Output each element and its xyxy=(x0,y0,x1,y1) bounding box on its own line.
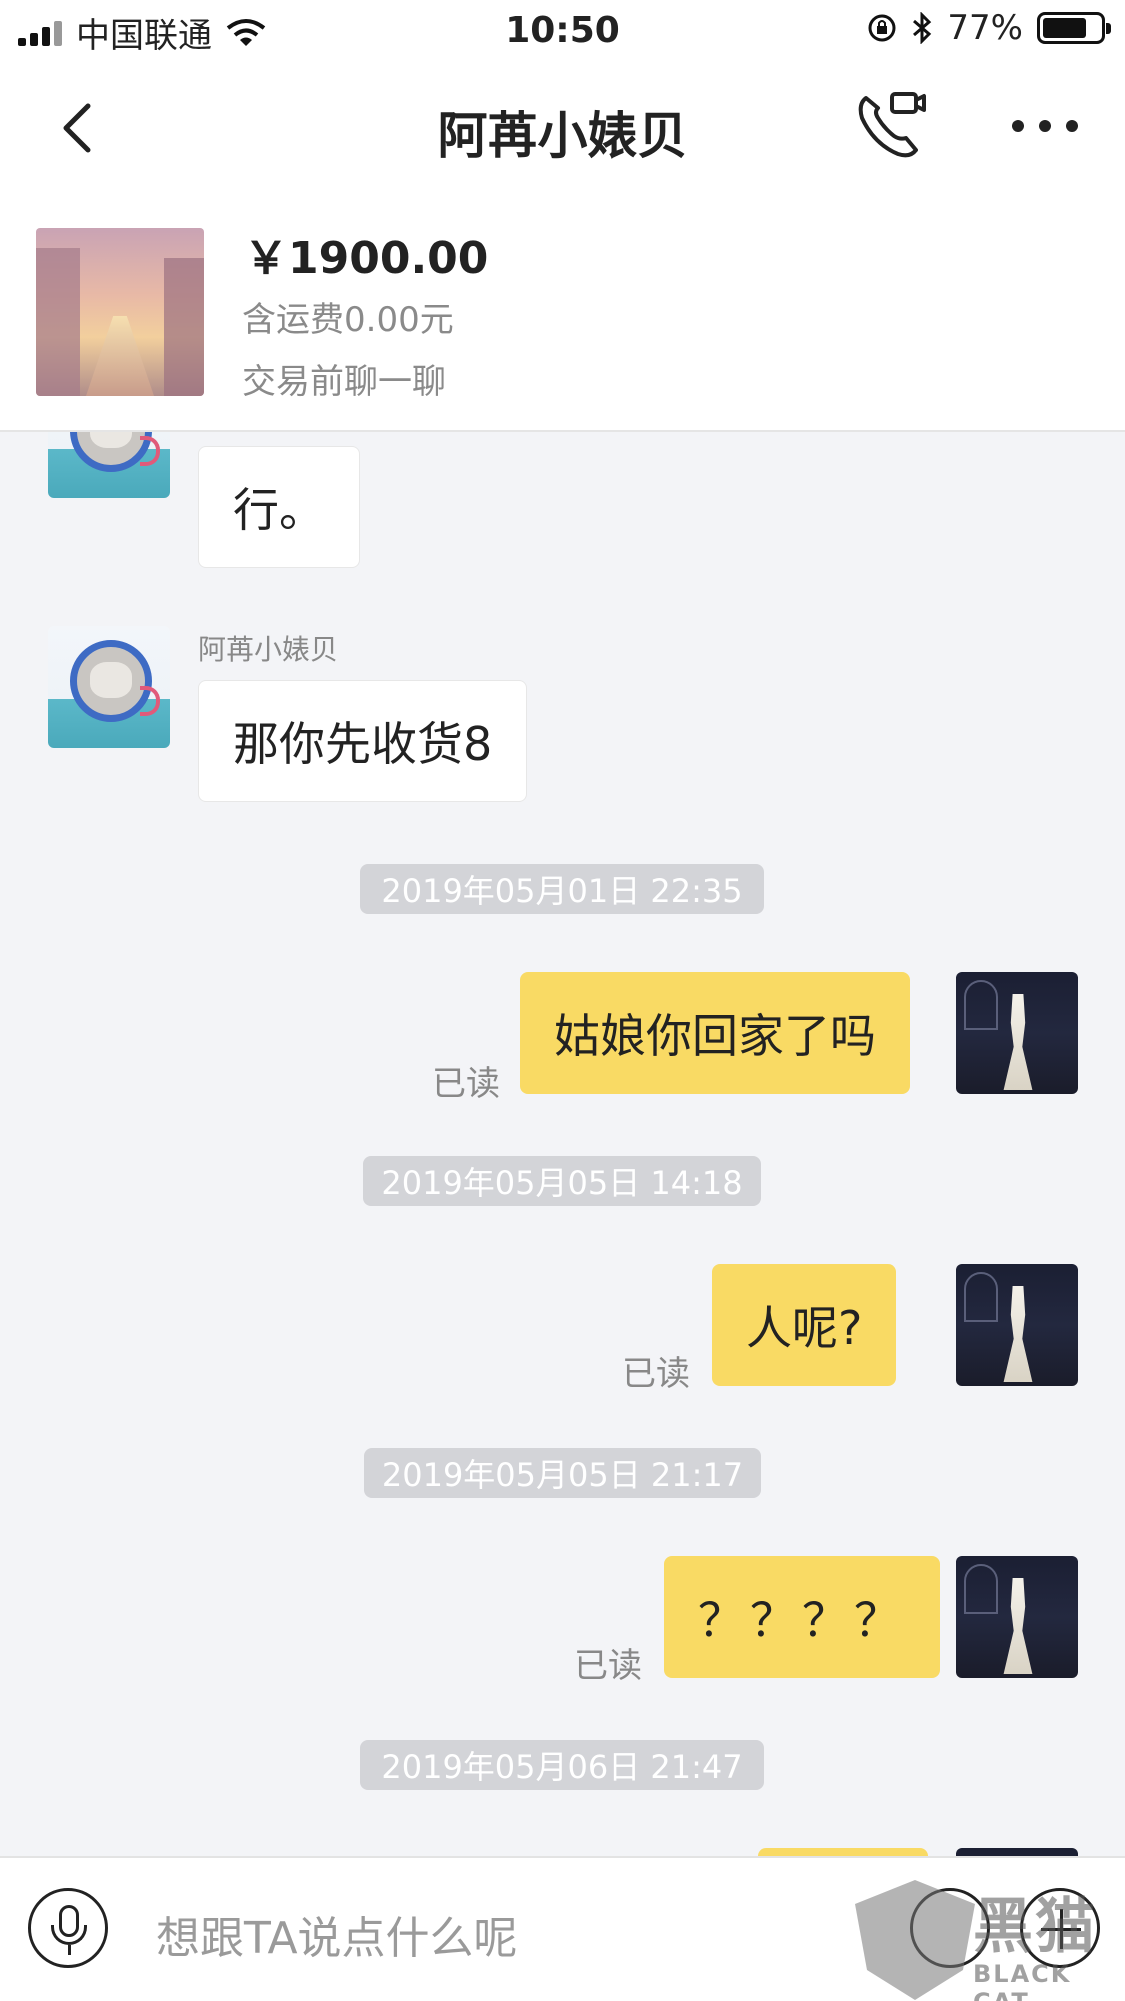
message-bubble-outgoing[interactable]: 姑娘你回家了吗 xyxy=(520,972,910,1094)
my-avatar[interactable] xyxy=(956,1264,1078,1386)
status-bar: 中国联通 10:50 77% xyxy=(0,0,1125,62)
watermark-cn: 黑猫 xyxy=(973,1892,1097,1962)
read-status: 已读 xyxy=(574,1646,642,1686)
navigation-bar: 阿苒小婊贝 xyxy=(0,62,1125,192)
read-status: 已读 xyxy=(622,1354,690,1394)
trade-status: 交易前聊一聊 xyxy=(242,362,446,402)
timestamp-pill: 2019年05月05日 21:17 xyxy=(364,1448,761,1498)
my-avatar[interactable] xyxy=(956,1556,1078,1678)
page-title: 阿苒小婊贝 xyxy=(437,107,688,165)
blackcat-watermark: 黑猫 BLACK CAT xyxy=(855,1870,1125,2001)
chat-history[interactable]: 行。 阿苒小婊贝 那你先收货8 2019年05月01日 22:35 已读 姑娘你… xyxy=(0,432,1125,1856)
seller-avatar[interactable] xyxy=(48,432,170,498)
timestamp-pill: 2019年05月01日 22:35 xyxy=(360,864,764,914)
my-avatar[interactable] xyxy=(956,1848,1078,1856)
more-icon[interactable] xyxy=(1012,114,1078,138)
product-shipping: 含运费0.00元 xyxy=(242,300,454,340)
message-bubble-outgoing-partial[interactable] xyxy=(758,1848,928,1856)
orientation-lock-icon xyxy=(868,14,896,42)
timestamp-pill: 2019年05月05日 14:18 xyxy=(363,1156,761,1206)
product-image[interactable] xyxy=(36,228,204,396)
seller-avatar[interactable] xyxy=(48,626,170,748)
status-right: 77% xyxy=(867,8,1111,48)
bluetooth-icon xyxy=(913,12,932,44)
sender-name: 阿苒小婊贝 xyxy=(198,633,339,666)
battery-level xyxy=(1043,18,1087,38)
message-bubble-incoming[interactable]: 那你先收货8 xyxy=(198,680,528,802)
timestamp-pill: 2019年05月06日 21:47 xyxy=(360,1740,764,1790)
my-avatar[interactable] xyxy=(956,972,1078,1094)
microphone-icon[interactable] xyxy=(28,1888,108,1968)
product-card[interactable]: ￥1900.00 含运费0.00元 交易前聊一聊 xyxy=(0,192,1125,432)
cat-shield-logo xyxy=(855,1880,975,2000)
message-bubble-incoming[interactable]: 行。 xyxy=(198,446,360,568)
phone-video-icon[interactable] xyxy=(852,88,928,164)
watermark-en: BLACK CAT xyxy=(973,1960,1072,2001)
message-input[interactable]: 想跟TA说点什么呢 xyxy=(156,1902,518,1966)
battery-percent: 77% xyxy=(947,8,1023,48)
message-bubble-outgoing[interactable]: ？？？？ xyxy=(664,1556,940,1678)
product-price: ￥1900.00 xyxy=(244,233,489,284)
message-bubble-outgoing[interactable]: 人呢? xyxy=(712,1264,897,1386)
read-status: 已读 xyxy=(432,1064,500,1104)
battery-icon xyxy=(1037,12,1111,44)
